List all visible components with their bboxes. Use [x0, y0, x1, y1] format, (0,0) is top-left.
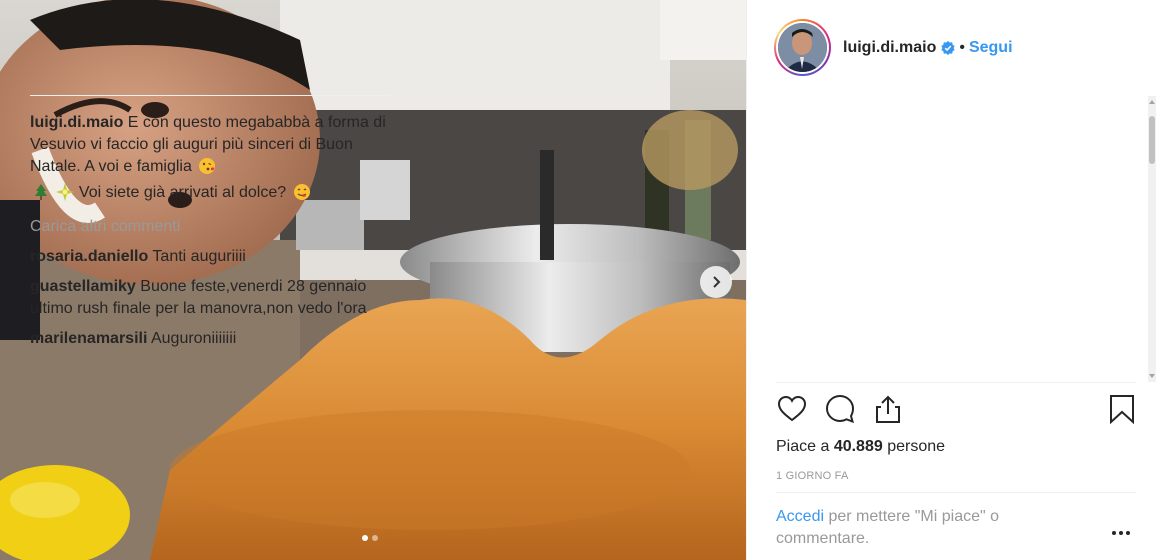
story-ring[interactable] — [774, 19, 831, 76]
likes-suffix: persone — [882, 438, 946, 455]
separator-dot: • — [959, 38, 965, 56]
carousel-dot-active — [362, 535, 368, 541]
comment-text: Auguroniiiiiii — [150, 330, 237, 347]
likes-prefix: Piace a — [776, 438, 834, 455]
carousel-dot — [372, 535, 378, 541]
footer-divider — [776, 492, 1136, 493]
load-more-comments-button[interactable]: Carica altri commenti — [30, 216, 390, 238]
bookmark-icon — [1110, 395, 1134, 425]
chevron-right-icon — [713, 276, 721, 288]
login-link[interactable]: Accedi — [776, 508, 824, 525]
scroll-up-arrow-icon[interactable] — [1149, 98, 1155, 106]
comment-username[interactable]: rosaria.daniello — [30, 248, 148, 265]
comment-item: rosaria.daniello Tanti auguriiii — [30, 246, 390, 268]
post-header: luigi.di.maio • Segui — [747, 0, 1156, 95]
author-username[interactable]: luigi.di.maio — [843, 39, 936, 57]
comments-list[interactable]: luigi.di.maio E con questo megababbà a f… — [30, 95, 390, 382]
share-button[interactable] — [872, 393, 904, 428]
save-button[interactable] — [1106, 393, 1138, 428]
comments-scrollbar-thumb[interactable] — [1149, 116, 1155, 164]
scroll-down-arrow-icon[interactable] — [1149, 372, 1155, 380]
heart-icon — [777, 395, 807, 422]
post-timestamp[interactable]: 1 GIORNO FA — [776, 470, 849, 482]
comment-item: guastellamiky Buone feste,venerdi 28 gen… — [30, 276, 390, 320]
actions-divider — [776, 382, 1136, 383]
avatar[interactable] — [778, 23, 827, 72]
like-button[interactable] — [776, 393, 808, 428]
comment-item: marilenamarsili Auguroniiiiiii — [30, 328, 390, 350]
post-caption: luigi.di.maio E con questo megababbà a f… — [30, 112, 390, 208]
likes-number: 40.889 — [833, 438, 883, 455]
carousel-next-button[interactable] — [700, 266, 732, 298]
more-options-button[interactable] — [1111, 524, 1131, 540]
verified-badge-icon — [941, 40, 956, 55]
avatar-image — [778, 23, 827, 72]
likes-count[interactable]: Piace a 40.889 persone — [776, 436, 945, 458]
comment-text: Tanti auguriiii — [152, 248, 246, 265]
login-prompt: Accedi per mettere "Mi piace" o commenta… — [776, 506, 1076, 550]
yum-face-emoji — [293, 183, 311, 208]
caption-username[interactable]: luigi.di.maio — [30, 114, 123, 131]
share-icon — [876, 395, 900, 423]
caption-text-2: Voi siete già arrivati al dolce? — [78, 184, 287, 201]
post-actions — [776, 393, 1138, 433]
comment-username[interactable]: marilenamarsili — [30, 330, 147, 347]
sparkle-emoji — [56, 183, 75, 208]
follow-button[interactable]: Segui — [969, 39, 1013, 57]
christmas-tree-emoji — [32, 183, 50, 208]
comment-username[interactable]: guastellamiky — [30, 278, 136, 295]
more-options-icon — [1112, 531, 1130, 535]
comment-icon — [825, 394, 855, 424]
comment-button[interactable] — [824, 393, 856, 428]
kissing-face-emoji — [198, 157, 216, 182]
carousel-indicator — [362, 535, 378, 541]
